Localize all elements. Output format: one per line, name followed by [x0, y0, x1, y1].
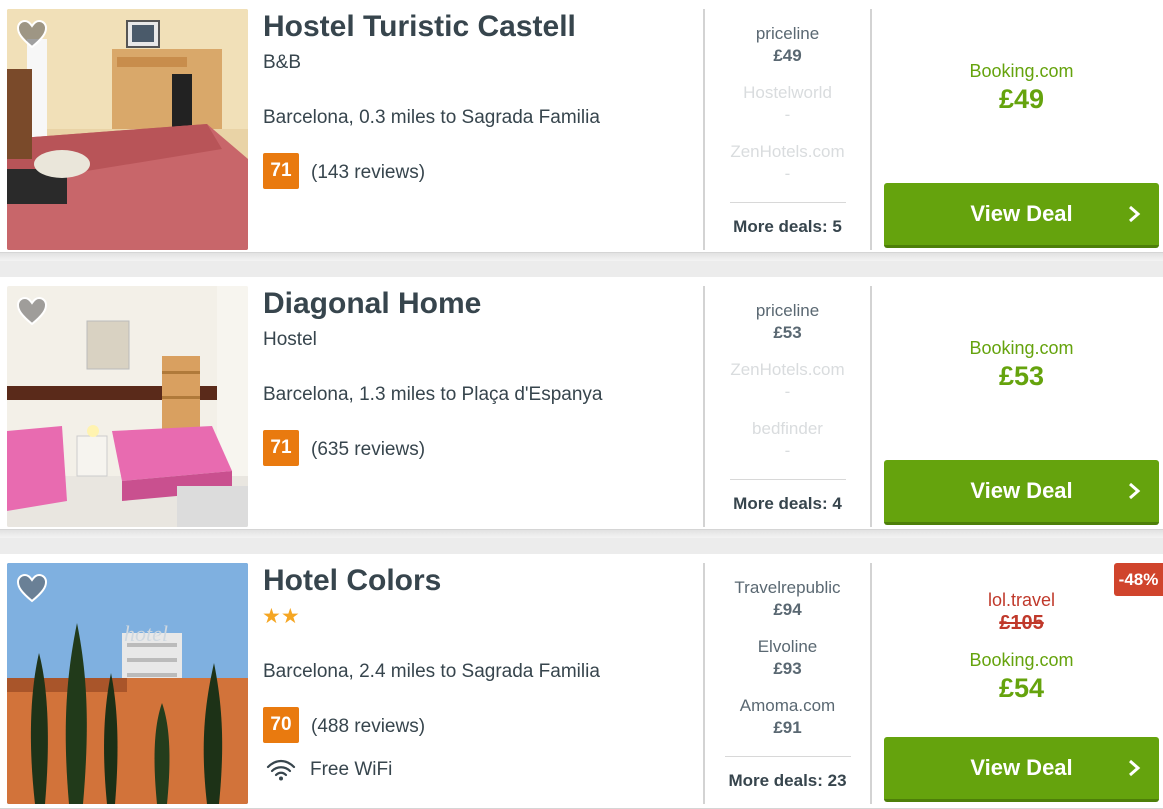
- partner-item[interactable]: ZenHotels.com -: [705, 360, 870, 402]
- rating-badge: 71: [263, 430, 299, 466]
- partner-price: £49: [773, 46, 802, 65]
- partner-price: £94: [773, 600, 802, 619]
- hotel-location: Barcelona, 2.4 miles to Sagrada Familia: [263, 661, 600, 682]
- hotel-name[interactable]: Hostel Turistic Castell: [263, 10, 576, 44]
- review-count[interactable]: (488 reviews): [311, 716, 425, 738]
- chevron-right-icon: [1129, 205, 1141, 223]
- more-deals-link[interactable]: More deals: 23: [705, 771, 870, 791]
- discount-badge: -48%: [1114, 563, 1163, 596]
- deal-site: Booking.com: [969, 650, 1074, 670]
- partner-name: priceline: [755, 24, 820, 43]
- best-deal[interactable]: Booking.com £54: [884, 650, 1159, 704]
- more-deals-link[interactable]: More deals: 4: [705, 494, 870, 514]
- partner-price: -: [784, 105, 791, 124]
- hotel-photo[interactable]: [7, 286, 248, 527]
- view-deal-label: View Deal: [970, 478, 1073, 503]
- partner-price: -: [784, 441, 791, 460]
- favorite-heart-icon[interactable]: [16, 296, 48, 326]
- view-deal-label: View Deal: [970, 755, 1073, 780]
- amenity-wifi: Free WiFi: [266, 759, 392, 781]
- review-count[interactable]: (143 reviews): [311, 162, 425, 184]
- partner-item[interactable]: ZenHotels.com -: [705, 142, 870, 184]
- hotel-card[interactable]: Diagonal Home Hostel Barcelona, 1.3 mile…: [0, 277, 1163, 538]
- review-count[interactable]: (635 reviews): [311, 439, 425, 461]
- partner-item[interactable]: Amoma.com £91: [705, 696, 870, 738]
- accommodation-type: Hostel: [263, 329, 317, 350]
- rating-badge: 70: [263, 707, 299, 743]
- partner-name: Elvoline: [757, 637, 818, 656]
- partner-item[interactable]: Travelrepublic £94: [705, 578, 870, 620]
- more-deals-link[interactable]: More deals: 5: [705, 217, 870, 237]
- view-deal-button[interactable]: View Deal: [884, 460, 1159, 525]
- hotel-location: Barcelona, 0.3 miles to Sagrada Familia: [263, 107, 600, 128]
- amenity-label: Free WiFi: [310, 759, 393, 780]
- wifi-icon: [266, 759, 296, 781]
- partner-prices: Travelrepublic £94 Elvoline £93 Amoma.co…: [705, 554, 870, 807]
- partner-prices: priceline £53 ZenHotels.com - bedfinder …: [705, 277, 870, 530]
- divider: [870, 9, 872, 250]
- hotel-photo[interactable]: [7, 9, 248, 250]
- partner-item[interactable]: priceline £53: [705, 301, 870, 343]
- hotel-card[interactable]: hotel Hotel Colors ★★ Barcelona, 2.4 mil…: [0, 554, 1163, 809]
- favorite-heart-icon[interactable]: [16, 573, 48, 603]
- partner-name: ZenHotels.com: [730, 142, 845, 161]
- divider: [870, 563, 872, 804]
- deal-site: Booking.com: [969, 61, 1074, 81]
- partner-price: £53: [773, 323, 802, 342]
- view-deal-button[interactable]: View Deal: [884, 183, 1159, 248]
- divider: [870, 286, 872, 527]
- hotel-location: Barcelona, 1.3 miles to Plaça d'Espanya: [263, 384, 603, 405]
- hotel-photo[interactable]: hotel: [7, 563, 248, 804]
- strike-price: £105: [999, 612, 1044, 634]
- rating-badge: 71: [263, 153, 299, 189]
- partner-item[interactable]: priceline £49: [705, 24, 870, 66]
- accommodation-type: B&B: [263, 52, 302, 73]
- partner-prices: priceline £49 Hostelworld - ZenHotels.co…: [705, 0, 870, 253]
- partner-name: ZenHotels.com: [730, 360, 845, 379]
- original-price[interactable]: lol.travel £105: [884, 590, 1159, 635]
- partner-item[interactable]: bedfinder -: [705, 419, 870, 461]
- hotel-name[interactable]: Diagonal Home: [263, 287, 481, 321]
- best-deal[interactable]: Booking.com £49: [884, 61, 1159, 115]
- partner-name: Hostelworld: [743, 83, 832, 102]
- partner-name: priceline: [755, 301, 820, 320]
- best-deal[interactable]: Booking.com £53: [884, 338, 1159, 392]
- partner-price: £93: [773, 659, 802, 678]
- star-rating: ★★: [262, 605, 300, 628]
- svg-text:hotel: hotel: [124, 621, 168, 646]
- view-deal-label: View Deal: [970, 201, 1073, 226]
- partner-item[interactable]: Hostelworld -: [705, 83, 870, 125]
- chevron-right-icon: [1129, 482, 1141, 500]
- deal-site: Booking.com: [969, 338, 1074, 358]
- partner-name: bedfinder: [752, 419, 823, 438]
- deal-price: £49: [998, 84, 1045, 114]
- partner-price: £91: [773, 718, 802, 737]
- separator: [730, 479, 846, 480]
- view-deal-button[interactable]: View Deal: [884, 737, 1159, 802]
- partner-name: Travelrepublic: [734, 578, 841, 597]
- partner-name: Amoma.com: [739, 696, 836, 715]
- separator: [730, 202, 846, 203]
- deal-price: £53: [998, 361, 1045, 391]
- separator: [725, 756, 851, 757]
- partner-item[interactable]: Elvoline £93: [705, 637, 870, 679]
- hotel-card[interactable]: Hostel Turistic Castell B&B Barcelona, 0…: [0, 0, 1163, 261]
- chevron-right-icon: [1129, 759, 1141, 777]
- deal-price: £54: [998, 673, 1045, 703]
- hotel-name[interactable]: Hotel Colors: [263, 564, 441, 598]
- partner-price: -: [784, 164, 791, 183]
- partner-price: -: [784, 382, 791, 401]
- favorite-heart-icon[interactable]: [16, 19, 48, 49]
